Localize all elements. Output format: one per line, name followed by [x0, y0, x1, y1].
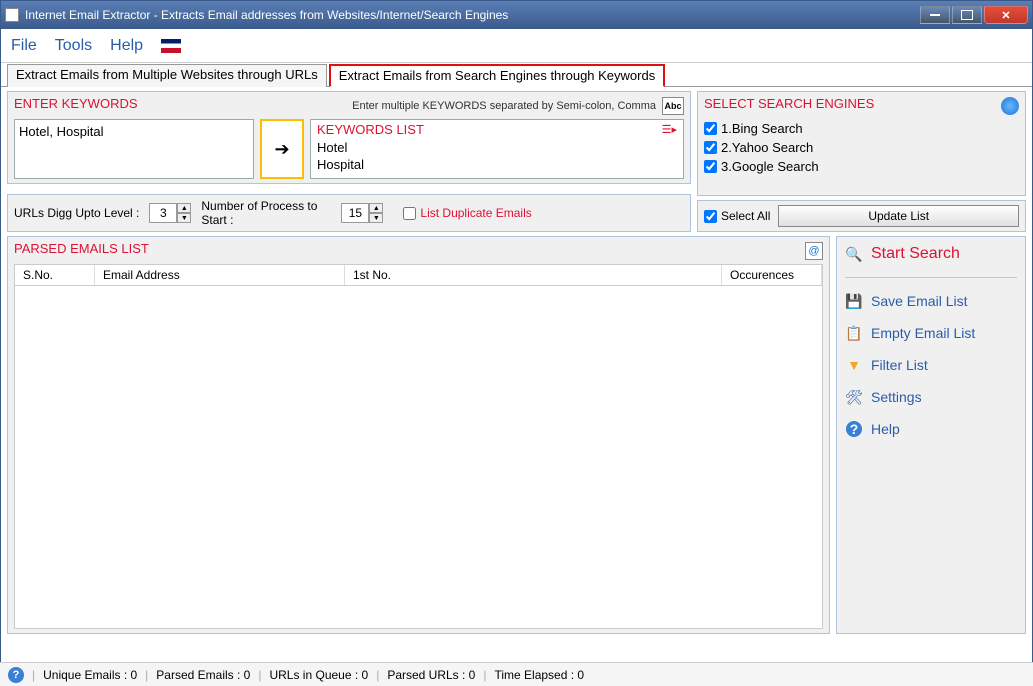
process-count-stepper[interactable]: ▲▼ [341, 203, 383, 223]
titlebar: Internet Email Extractor - Extracts Emai… [1, 1, 1032, 29]
table-header: S.No. Email Address 1st No. Occurences [14, 264, 823, 286]
search-icon [845, 245, 863, 263]
minimize-button[interactable] [920, 6, 950, 24]
statusbar: ? | Unique Emails : 0| Parsed Emails : 0… [0, 662, 1033, 686]
list-item[interactable]: Hotel [317, 139, 677, 156]
col-first[interactable]: 1st No. [345, 265, 722, 285]
filter-icon [845, 356, 863, 374]
options-row: URLs Digg Upto Level : ▲▼ Number of Proc… [7, 194, 691, 232]
enter-keywords-panel: ENTER KEYWORDS Enter multiple KEYWORDS s… [7, 91, 691, 184]
tab-bar: Extract Emails from Multiple Websites th… [1, 63, 1032, 87]
keywords-hint: Enter multiple KEYWORDS separated by Sem… [138, 100, 662, 112]
save-icon [845, 292, 863, 310]
status-unique-emails: Unique Emails : 0 [43, 668, 137, 682]
list-item[interactable]: Hospital [317, 156, 677, 173]
col-email[interactable]: Email Address [95, 265, 345, 285]
status-time-elapsed: Time Elapsed : 0 [494, 668, 584, 682]
col-occurrences[interactable]: Occurences [722, 265, 822, 285]
empty-email-list-button[interactable]: Empty Email List [845, 324, 1017, 342]
help-button[interactable]: Help [845, 420, 1017, 438]
digg-level-stepper[interactable]: ▲▼ [149, 203, 191, 223]
search-engines-header: SELECT SEARCH ENGINES [704, 96, 874, 111]
keywords-list[interactable]: KEYWORDS LIST ☰▸ Hotel Hospital [310, 119, 684, 179]
menubar: File Tools Help [1, 29, 1032, 63]
settings-button[interactable]: Settings [845, 388, 1017, 406]
maximize-button[interactable] [952, 6, 982, 24]
empty-icon [845, 324, 863, 342]
tab-multiple-websites[interactable]: Extract Emails from Multiple Websites th… [7, 64, 327, 87]
digg-level-label: URLs Digg Upto Level : [14, 206, 139, 220]
process-count-input[interactable] [341, 203, 369, 223]
arrow-right-icon: ➔ [274, 139, 289, 160]
engine-google[interactable]: 3.Google Search [704, 157, 1019, 176]
filter-list-button[interactable]: Filter List [845, 356, 1017, 374]
globe-icon [1001, 97, 1019, 115]
list-menu-icon[interactable]: ☰▸ [662, 123, 677, 136]
help-icon[interactable]: ? [8, 667, 24, 683]
menu-help[interactable]: Help [110, 37, 143, 55]
engine-bing[interactable]: 1.Bing Search [704, 119, 1019, 138]
status-parsed-urls: Parsed URLs : 0 [387, 668, 475, 682]
duplicate-checkbox-input[interactable] [403, 207, 416, 220]
divider [845, 277, 1017, 278]
process-count-label: Number of Process to Start : [201, 199, 331, 227]
duplicate-label: List Duplicate Emails [420, 206, 531, 220]
chevron-down-icon[interactable]: ▼ [369, 213, 383, 223]
add-keyword-button[interactable]: ➔ [260, 119, 304, 179]
select-all-checkbox[interactable]: Select All [704, 209, 770, 223]
abc-icon[interactable]: Abc [662, 97, 684, 115]
email-at-icon: @ [805, 242, 823, 260]
parsed-emails-header: PARSED EMAILS LIST [14, 241, 149, 256]
tab-search-engines[interactable]: Extract Emails from Search Engines throu… [329, 64, 665, 87]
keywords-list-header: KEYWORDS LIST [317, 122, 424, 137]
select-all-row: Select All Update List [697, 200, 1026, 232]
status-parsed-emails: Parsed Emails : 0 [156, 668, 250, 682]
table-body[interactable] [14, 286, 823, 629]
list-duplicate-checkbox[interactable]: List Duplicate Emails [403, 206, 531, 220]
app-icon [5, 8, 19, 22]
save-email-list-button[interactable]: Save Email List [845, 292, 1017, 310]
update-list-button[interactable]: Update List [778, 205, 1019, 227]
chevron-up-icon[interactable]: ▲ [369, 203, 383, 213]
close-button[interactable] [984, 6, 1028, 24]
start-search-button[interactable]: Start Search [845, 245, 1017, 263]
chevron-up-icon[interactable]: ▲ [177, 203, 191, 213]
menu-file[interactable]: File [11, 37, 37, 55]
digg-level-input[interactable] [149, 203, 177, 223]
chevron-down-icon[interactable]: ▼ [177, 213, 191, 223]
settings-icon [845, 388, 863, 406]
parsed-emails-panel: PARSED EMAILS LIST @ S.No. Email Address… [7, 236, 830, 634]
actions-panel: Start Search Save Email List Empty Email… [836, 236, 1026, 634]
enter-keywords-header: ENTER KEYWORDS [14, 96, 138, 111]
search-engines-panel: SELECT SEARCH ENGINES 1.Bing Search 2.Ya… [697, 91, 1026, 196]
language-flag-icon[interactable] [161, 39, 181, 53]
help-icon [845, 420, 863, 438]
status-urls-queue: URLs in Queue : 0 [269, 668, 368, 682]
engine-yahoo[interactable]: 2.Yahoo Search [704, 138, 1019, 157]
window-title: Internet Email Extractor - Extracts Emai… [25, 8, 920, 22]
keywords-input[interactable] [14, 119, 254, 179]
menu-tools[interactable]: Tools [55, 37, 92, 55]
col-sno[interactable]: S.No. [15, 265, 95, 285]
